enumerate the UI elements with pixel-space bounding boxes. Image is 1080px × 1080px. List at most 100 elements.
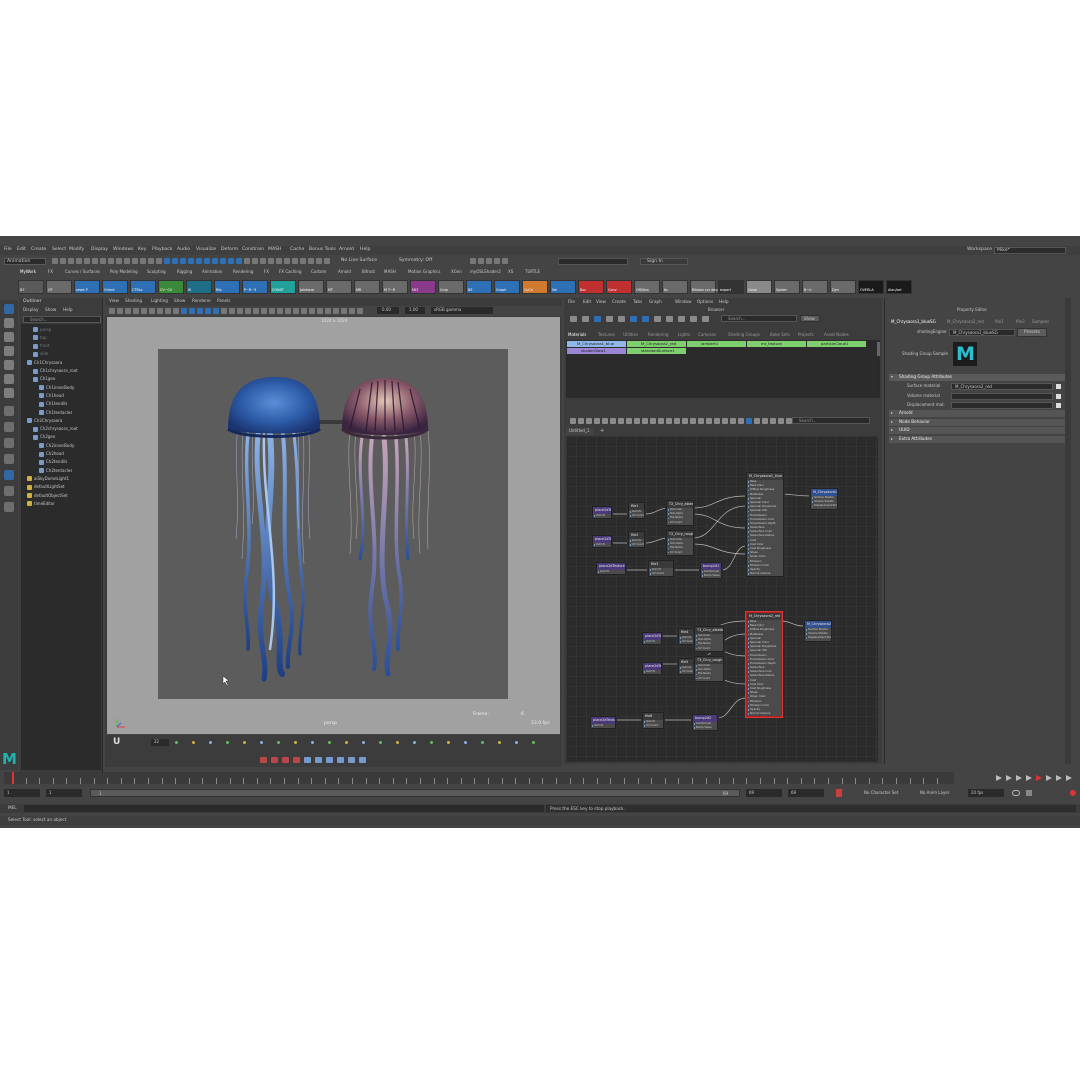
status-tool-icon[interactable] [260,258,266,264]
status-tool-icon[interactable] [244,258,250,264]
shelf-button[interactable]: M T~R [382,280,408,294]
shelf-button[interactable]: Jointsize [298,280,324,294]
property-tab[interactable]: M_Chrysaora2_red [947,320,984,324]
viewport-tool-icon[interactable] [173,308,179,314]
range-end3-field[interactable]: 69 [788,789,824,797]
material-swatch[interactable]: M_Chrysaora1_blue [567,341,626,347]
shelf-button[interactable]: Conv [606,280,632,294]
graph-node[interactable]: file6 Out UV UV Coord [642,712,664,730]
hypershade-menu-item[interactable]: Create [612,299,626,304]
key-marker-icon[interactable] [498,741,501,744]
graph-node[interactable]: place2dTexture6Out UV [590,716,616,730]
status-tool-icon[interactable] [292,258,298,264]
toolbox-tool-icon[interactable] [4,388,14,398]
audio-icon[interactable] [1026,790,1032,796]
material-swatch[interactable]: standardSurface1 [627,348,686,354]
status-tool-icon[interactable] [316,258,322,264]
hypershade-tab[interactable]: Lights [678,333,690,337]
outliner-item[interactable]: Ch2geo [21,434,101,442]
playback-button-icon[interactable] [1046,775,1052,781]
graph-tool-icon[interactable] [650,418,656,424]
menu-item[interactable]: Cache [290,247,304,253]
shelf-button[interactable]: P~R~S [242,280,268,294]
key-marker-icon[interactable] [226,741,229,744]
graph-node[interactable]: file5 Out UV UV Coord [678,658,695,676]
graph-node-attr[interactable]: Out UV [597,570,625,574]
menu-item[interactable]: Windows [113,247,134,253]
shelf-tab[interactable]: Custom [311,270,326,274]
outliner-item[interactable]: Ch1tendils [21,401,101,409]
browser-tool-icon[interactable] [582,316,589,322]
shelf-button[interactable]: export [718,280,744,294]
property-tab[interactable]: file3 [1016,320,1025,324]
fps-dropdown[interactable]: 24 fps [968,789,1004,797]
shelf-button[interactable]: Cmp [438,280,464,294]
viewport-tool-icon[interactable] [109,308,115,314]
hypershade-tab[interactable]: Materials [568,333,586,337]
outliner-item[interactable]: Ch1tentacles [21,409,101,417]
status-tool-icon[interactable] [196,258,202,264]
key-marker-icon[interactable] [396,741,399,744]
viewport-menu-item[interactable]: Lighting [151,298,168,303]
outliner-menu-item[interactable]: Display [23,307,38,312]
playback-button-icon[interactable] [996,775,1002,781]
shelf-button[interactable]: MT [326,280,352,294]
toolbox-tool-icon[interactable] [4,374,14,384]
graph-tool-icon[interactable] [570,418,576,424]
graph-node-attr[interactable]: UV Coord [695,647,723,651]
graph-node[interactable]: place2dTexture4Out UV [642,632,662,646]
graph-node[interactable]: M_Chrysaora1_blueSGSurface ShaderVolume … [810,488,838,510]
graph-node-attr[interactable]: UV Coord [667,551,693,555]
graph-node[interactable]: place2dTexture3 Out UV [596,562,626,576]
status-tool-icon[interactable] [494,258,500,264]
graph-node-attr[interactable]: Displacement Shader [811,504,837,508]
browser-tool-icon[interactable] [618,316,625,322]
graph-node-attr[interactable]: Normal Camera [747,572,783,576]
outliner-item[interactable]: Ch1innerBody [21,384,101,392]
menu-item[interactable]: Bonus Tools [309,247,336,253]
graph-node-attr[interactable]: UV Coord [679,640,694,644]
toolbox-tool-icon[interactable] [4,422,14,432]
node-graph-canvas[interactable]: place2dTexture1Out UVfile1Out UVUV Coord… [566,436,878,762]
key-marker-icon[interactable] [379,741,382,744]
status-tool-icon[interactable] [284,258,290,264]
outliner-item[interactable]: Ch1chrysaora_root [21,368,101,376]
status-tool-icon[interactable] [180,258,186,264]
outliner-item[interactable]: aiSkyDomeLight1 [21,475,101,483]
property-tab[interactable]: Samples [1032,320,1049,324]
graph-tool-icon[interactable] [730,418,736,424]
browser-tool-icon[interactable] [690,316,697,322]
status-tool-icon[interactable] [276,258,282,264]
status-tool-icon[interactable] [164,258,170,264]
playback-button-icon[interactable] [1036,775,1042,781]
hypershade-tab[interactable]: Bake Sets [770,333,790,337]
add-tab-icon[interactable]: + [600,429,604,434]
shelf-button[interactable]: B~rl [802,280,828,294]
menu-item[interactable]: Visualize [196,247,216,253]
menu-item[interactable]: Display [91,247,108,253]
graph-tool-icon[interactable] [674,418,680,424]
shelf-button[interactable]: BS [466,280,492,294]
mode-dropdown[interactable]: Animation [4,258,46,265]
graph-node-attr[interactable]: Out UV [643,670,661,674]
viewport-canvas[interactable]: 1024 x 1024 persp Frame: 6 23.0 fps [107,317,560,734]
status-tool-icon[interactable] [52,258,58,264]
outliner-search-input[interactable]: Search... [23,316,101,323]
shelf-button[interactable]: Rfa [214,280,240,294]
graph-tool-icon[interactable] [762,418,768,424]
playback-button-icon[interactable] [1026,775,1032,781]
shelf-button[interactable]: Sel [550,280,576,294]
status-tool-icon[interactable] [268,258,274,264]
shelf-tab[interactable]: Motion Graphics [408,270,441,274]
frame-field[interactable]: 22 [151,739,169,746]
status-tool-icon[interactable] [228,258,234,264]
shelf-tab[interactable]: MASH [384,270,396,274]
graph-node-attr[interactable]: Bump Value [701,574,721,578]
status-tool-icon[interactable] [308,258,314,264]
shelf-button[interactable]: Off/Seq [634,280,660,294]
status-tool-icon[interactable] [252,258,258,264]
viewport-tool-icon[interactable] [293,308,299,314]
graph-tool-icon[interactable] [698,418,704,424]
viewport-tool-icon[interactable] [157,308,163,314]
viewport-tool-icon[interactable] [181,308,187,314]
